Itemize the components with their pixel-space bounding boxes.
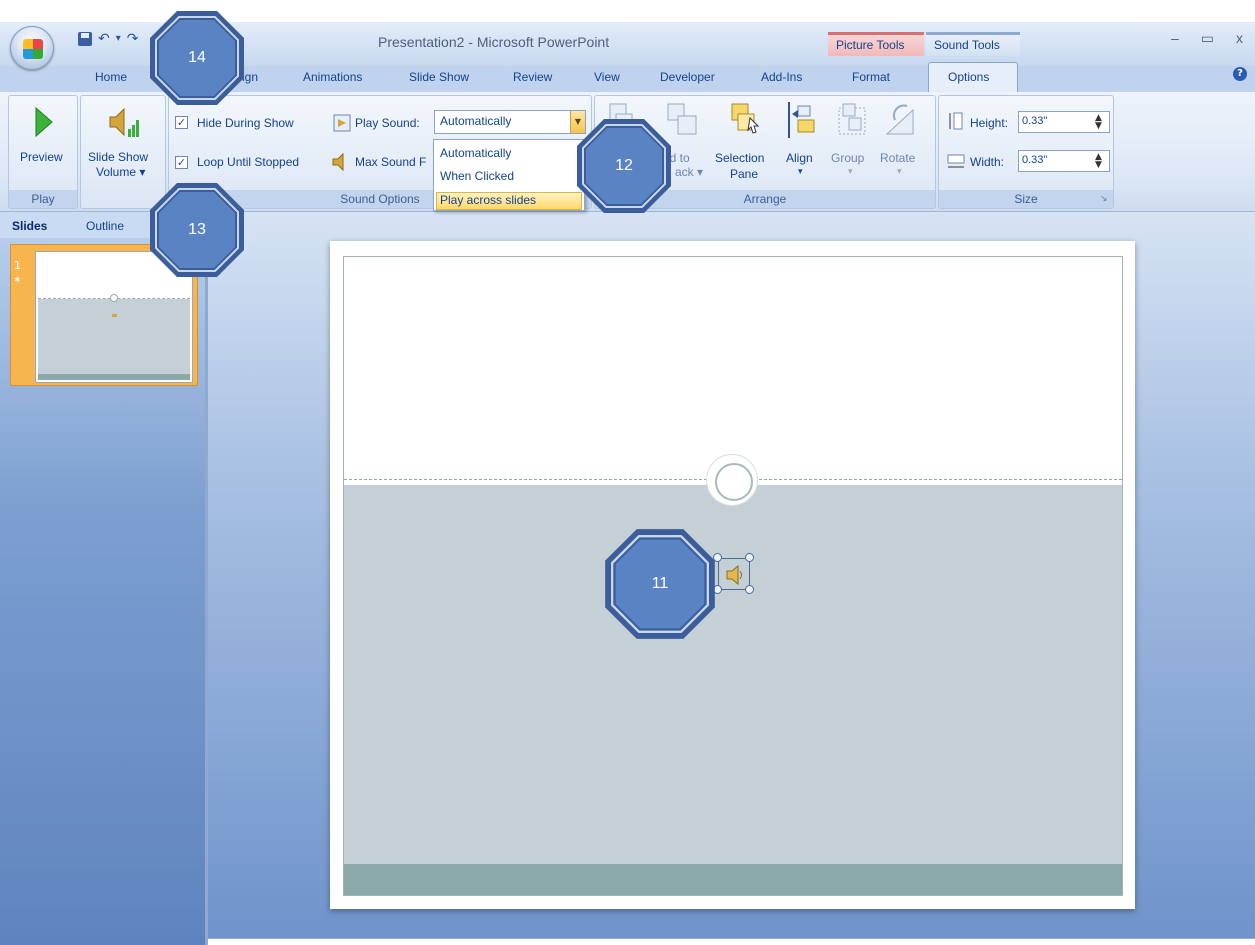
resize-handle-top-right[interactable]: [745, 553, 754, 562]
sound-tools-context: Sound Tools: [926, 32, 1020, 56]
height-icon: [949, 112, 963, 130]
callout-11-label: 11: [651, 575, 669, 592]
play-sound-dropdown: Automatically When Clicked Play across s…: [433, 139, 585, 211]
rotate-dropdown-icon[interactable]: ▾: [897, 166, 902, 177]
selection-pane-icon[interactable]: [728, 100, 764, 140]
width-label: Width:: [970, 155, 1005, 169]
play-sound-value: Automatically: [440, 114, 512, 128]
slide-show-volume-line2[interactable]: Volume ▾: [96, 165, 145, 179]
hide-during-show-checkbox[interactable]: ✓: [175, 116, 188, 129]
hide-during-show-label: Hide During Show: [197, 116, 294, 130]
tab-slide-show[interactable]: Slide Show: [409, 70, 469, 84]
thumb-circle: [110, 294, 118, 302]
align-icon[interactable]: [784, 100, 818, 142]
size-dialog-launcher-icon[interactable]: ↘: [1100, 194, 1108, 204]
callout-12: 12: [576, 118, 672, 214]
group-play-label: Play: [9, 190, 77, 208]
office-logo-icon: [23, 39, 43, 59]
office-button[interactable]: [10, 26, 54, 70]
speaker-volume-icon[interactable]: [104, 105, 140, 141]
callout-13-label: 13: [188, 221, 206, 238]
height-value: 0.33": [1022, 115, 1048, 127]
callout-13: 13: [149, 182, 245, 278]
loop-until-stopped-label: Loop Until Stopped: [197, 155, 300, 169]
align-dropdown-icon[interactable]: ▾: [798, 166, 803, 177]
slide-number: 1: [14, 259, 21, 272]
tab-options[interactable]: Options: [948, 70, 989, 84]
width-icon: [947, 154, 965, 168]
undo-icon[interactable]: ↶: [98, 32, 110, 46]
dropdown-option-play-across-slides[interactable]: Play across slides: [440, 193, 536, 207]
play-sound-icon: [333, 114, 351, 132]
loop-until-stopped-checkbox[interactable]: ✓: [175, 156, 188, 169]
resize-handle-bottom-right[interactable]: [745, 585, 754, 594]
group-objects-icon[interactable]: [835, 100, 871, 140]
redo-icon[interactable]: ↷: [127, 32, 139, 46]
callout-12-label: 12: [615, 157, 633, 174]
send-to-back-line2[interactable]: ack ▾: [675, 165, 703, 179]
max-sound-label[interactable]: Max Sound F: [355, 155, 426, 169]
tab-slides[interactable]: Slides: [12, 219, 47, 233]
tab-add-ins[interactable]: Add-Ins: [761, 70, 802, 84]
tab-home[interactable]: Home: [95, 70, 127, 84]
minimize-button[interactable]: –: [1171, 30, 1179, 47]
rotate-button[interactable]: Rotate: [880, 151, 915, 165]
slide-circle-ornament: [706, 454, 758, 506]
sound-object[interactable]: [718, 558, 750, 590]
slide-show-volume-line1[interactable]: Slide Show: [88, 150, 148, 164]
undo-dropdown-icon[interactable]: ▾: [116, 32, 121, 46]
tab-developer[interactable]: Developer: [660, 70, 715, 84]
save-icon[interactable]: [78, 32, 92, 46]
height-label: Height:: [970, 116, 1009, 130]
group-dropdown-icon[interactable]: ▾: [848, 166, 853, 177]
picture-tools-context: Picture Tools: [828, 32, 924, 56]
window-controls: – ▭ x: [1171, 30, 1243, 47]
callout-14-label: 14: [188, 49, 206, 66]
play-sound-label: Play Sound:: [355, 116, 420, 130]
thumb-footer-bar: [38, 374, 190, 380]
speaker-icon: [726, 564, 742, 586]
dropdown-option-automatically[interactable]: Automatically: [440, 146, 511, 160]
rotate-icon[interactable]: [883, 100, 919, 140]
restore-button[interactable]: ▭: [1201, 30, 1214, 47]
notes-pane[interactable]: [208, 938, 1255, 945]
selection-pane-line1[interactable]: Selection: [715, 151, 764, 165]
play-sound-combo[interactable]: Automatically: [434, 110, 586, 134]
slide-animation-star-icon: ✶: [13, 275, 22, 286]
height-spinner-icon[interactable]: ▲ ▼: [1095, 114, 1102, 131]
tab-outline[interactable]: Outline: [86, 219, 124, 233]
group-button[interactable]: Group: [831, 151, 864, 165]
preview-button[interactable]: Preview: [20, 150, 63, 164]
max-sound-icon: [332, 152, 344, 172]
tab-view[interactable]: View: [594, 70, 620, 84]
width-spinner-icon[interactable]: ▲ ▼: [1095, 153, 1102, 170]
width-value: 0.33": [1022, 154, 1048, 166]
callout-11: 11: [604, 528, 716, 640]
tab-review[interactable]: Review: [513, 70, 552, 84]
help-icon[interactable]: ?: [1233, 67, 1247, 81]
preview-play-icon[interactable]: [34, 106, 54, 138]
selection-pane-line2[interactable]: Pane: [730, 167, 758, 181]
quick-access-toolbar: ↶ ▾ ↷: [78, 32, 139, 46]
thumb-lower-region: [38, 299, 190, 374]
thumb-sound-icon: [112, 314, 117, 317]
callout-14: 14: [149, 10, 245, 106]
window-title: Presentation2 - Microsoft PowerPoint: [378, 34, 610, 50]
tab-animations[interactable]: Animations: [303, 70, 362, 84]
dropdown-option-when-clicked[interactable]: When Clicked: [440, 169, 514, 183]
align-button[interactable]: Align: [786, 151, 813, 165]
tab-format[interactable]: Format: [852, 70, 890, 84]
close-button[interactable]: x: [1236, 30, 1243, 47]
group-size-label: Size: [939, 190, 1113, 208]
